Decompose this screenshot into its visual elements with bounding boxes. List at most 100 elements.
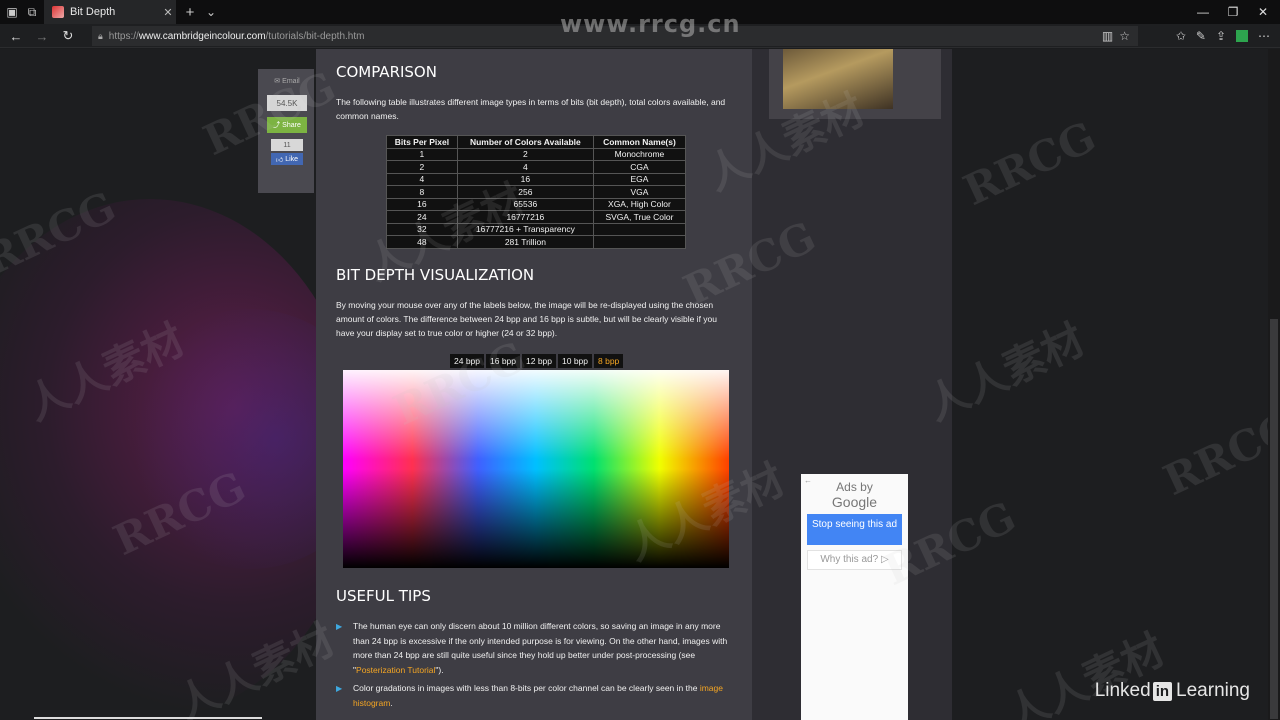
envelope-icon: ✉ — [274, 78, 281, 85]
table-cell: 16777216 — [456, 210, 594, 224]
watermark-site-url: www.rrcg.cn — [560, 10, 741, 38]
table-cell: 48 — [386, 235, 458, 249]
table-cell: 2 — [456, 147, 594, 161]
like-label: Like — [285, 155, 299, 163]
social-share-panel: ✉ Email 54.5K ⤴ Share 11 👍︎ Like — [258, 69, 314, 193]
share-count: 54.5K — [267, 95, 307, 111]
table-header-cell: Number of Colors Available — [456, 135, 594, 149]
thumbs-up-icon: 👍︎ — [275, 156, 284, 164]
tip-text: Color gradations in images with less tha… — [353, 683, 700, 693]
favorites-hub-icon[interactable]: ✩ — [1176, 29, 1186, 43]
window-menu-icon[interactable]: ▣ — [2, 0, 22, 24]
page-scrollbar[interactable] — [1268, 49, 1280, 720]
table-cell: 2 — [386, 160, 458, 174]
table-row: 1 2 Monochrome — [386, 147, 687, 161]
list-item: ▶ Color gradations in images with less t… — [336, 681, 731, 710]
table-row: 2 4 CGA — [386, 160, 687, 174]
tab-list-chevron-icon[interactable]: ⌄ — [201, 0, 221, 24]
extension-icon[interactable] — [1236, 30, 1248, 42]
table-header-row: Bits Per Pixel Number of Colors Availabl… — [386, 135, 687, 149]
table-row: 8 256 VGA — [386, 185, 687, 199]
back-icon[interactable]: ← — [4, 24, 28, 48]
bpp-tab-12[interactable]: 12 bpp — [522, 354, 556, 368]
stop-seeing-ad-button[interactable]: Stop seeing this ad — [807, 514, 902, 545]
table-header-cell: Bits Per Pixel — [386, 135, 458, 149]
lock-icon: 🔒︎ — [98, 30, 103, 41]
table-cell: 281 Trillion — [456, 235, 594, 249]
table-cell: EGA — [592, 172, 687, 186]
table-cell: 4 — [386, 172, 458, 186]
table-cell: XGA, High Color — [592, 197, 687, 211]
bpp-tab-8[interactable]: 8 bpp — [594, 354, 624, 368]
bit-depth-table: Bits Per Pixel Number of Colors Availabl… — [386, 135, 687, 249]
maximize-icon[interactable]: ❐ — [1218, 0, 1248, 24]
url-text: https://www.cambridgeincolour.com/tutori… — [109, 31, 365, 42]
tips-list: ▶ The human eye can only discern about 1… — [336, 619, 731, 714]
reading-view-icon[interactable]: ▥ — [1102, 29, 1113, 43]
minimize-icon[interactable]: — — [1188, 0, 1218, 24]
tab-title: Bit Depth — [70, 6, 116, 18]
visualization-heading: BIT DEPTH VISUALIZATION — [336, 266, 535, 284]
share-arrow-icon: ⤴ — [273, 122, 281, 129]
close-window-icon[interactable]: ✕ — [1248, 0, 1278, 24]
table-cell — [592, 222, 687, 236]
google-text: Google — [831, 494, 878, 510]
share-button[interactable]: ⤴ Share — [267, 117, 307, 133]
bpp-tab-16[interactable]: 16 bpp — [486, 354, 520, 368]
address-actions: ▥ ☆ — [1102, 24, 1130, 48]
linkedin-text: Linked — [1094, 680, 1151, 701]
new-tab-icon[interactable]: + — [180, 0, 200, 24]
table-row: 4 16 EGA — [386, 172, 687, 186]
forward-icon[interactable]: → — [30, 24, 54, 48]
color-spectrum-image — [343, 370, 729, 568]
like-count: 11 — [271, 139, 303, 151]
bpp-tab-24[interactable]: 24 bpp — [450, 354, 484, 368]
bpp-selector: 24 bpp 16 bpp 12 bpp 10 bpp 8 bpp — [450, 354, 624, 368]
watermark-rrcg: RRCG — [1156, 401, 1268, 506]
watermark-cn: 人人素材 — [998, 624, 1172, 720]
comparison-intro: The following table illustrates differen… — [336, 97, 726, 121]
url-path: /tutorials/bit-depth.htm — [265, 30, 365, 42]
table-row: 16 65536 XGA, High Color — [386, 197, 687, 211]
table-row: 32 16777216 + Transparency — [386, 222, 687, 236]
web-note-pen-icon[interactable]: ✎ — [1196, 29, 1206, 43]
tab-close-icon[interactable]: ✕ — [160, 6, 176, 19]
spectrum-black-layer — [343, 370, 729, 568]
facebook-like-button[interactable]: 👍︎ Like — [271, 153, 303, 165]
article-content: COMPARISON The following table illustrat… — [316, 49, 752, 720]
comparison-heading: COMPARISON — [336, 63, 437, 81]
posterization-tutorial-link[interactable]: Posterization Tutorial — [356, 665, 435, 675]
table-cell: Monochrome — [592, 147, 687, 161]
email-share-button[interactable]: ✉ Email — [267, 73, 307, 89]
linkedin-in-box: in — [1152, 681, 1173, 701]
email-label: Email — [282, 77, 300, 85]
bpp-tab-10[interactable]: 10 bpp — [558, 354, 592, 368]
url-scheme: https:// — [108, 30, 139, 42]
share-label: Share — [282, 121, 301, 129]
ads-by-text: Ads by — [836, 480, 873, 494]
ad-info-icon: ▷ — [880, 554, 889, 565]
list-item: ▶ The human eye can only discern about 1… — [336, 619, 731, 677]
tab-preview-icon[interactable]: ⧉ — [22, 0, 42, 24]
learning-text: Learning — [1176, 680, 1250, 701]
table-cell: SVGA, True Color — [592, 210, 687, 224]
tip-text-end: . — [390, 697, 393, 708]
why-this-ad-button[interactable]: Why this ad? ▷ — [807, 550, 902, 570]
sidebar-photo — [783, 49, 893, 109]
table-cell: 24 — [386, 210, 458, 224]
scrollbar-thumb[interactable] — [1270, 319, 1278, 719]
more-menu-icon[interactable]: ⋯ — [1258, 29, 1270, 43]
browser-tab[interactable]: Bit Depth ✕ — [44, 0, 176, 24]
refresh-icon[interactable]: ↻ — [56, 24, 80, 48]
google-ad-box: ← Ads by Google Stop seeing this ad Why t… — [801, 474, 908, 720]
favorite-star-icon[interactable]: ☆ — [1119, 29, 1130, 43]
visualization-intro: By moving your mouse over any of the lab… — [336, 300, 717, 338]
table-cell: 1 — [386, 147, 458, 161]
table-header-cell: Common Name(s) — [592, 135, 687, 149]
share-icon[interactable]: ⇪ — [1216, 29, 1226, 43]
sidebar-image — [769, 49, 941, 119]
table-cell: 8 — [386, 185, 458, 199]
table-row: 48 281 Trillion — [386, 235, 687, 249]
watermark-rrcg: RRCG — [956, 111, 1103, 216]
table-cell: 4 — [456, 160, 594, 174]
